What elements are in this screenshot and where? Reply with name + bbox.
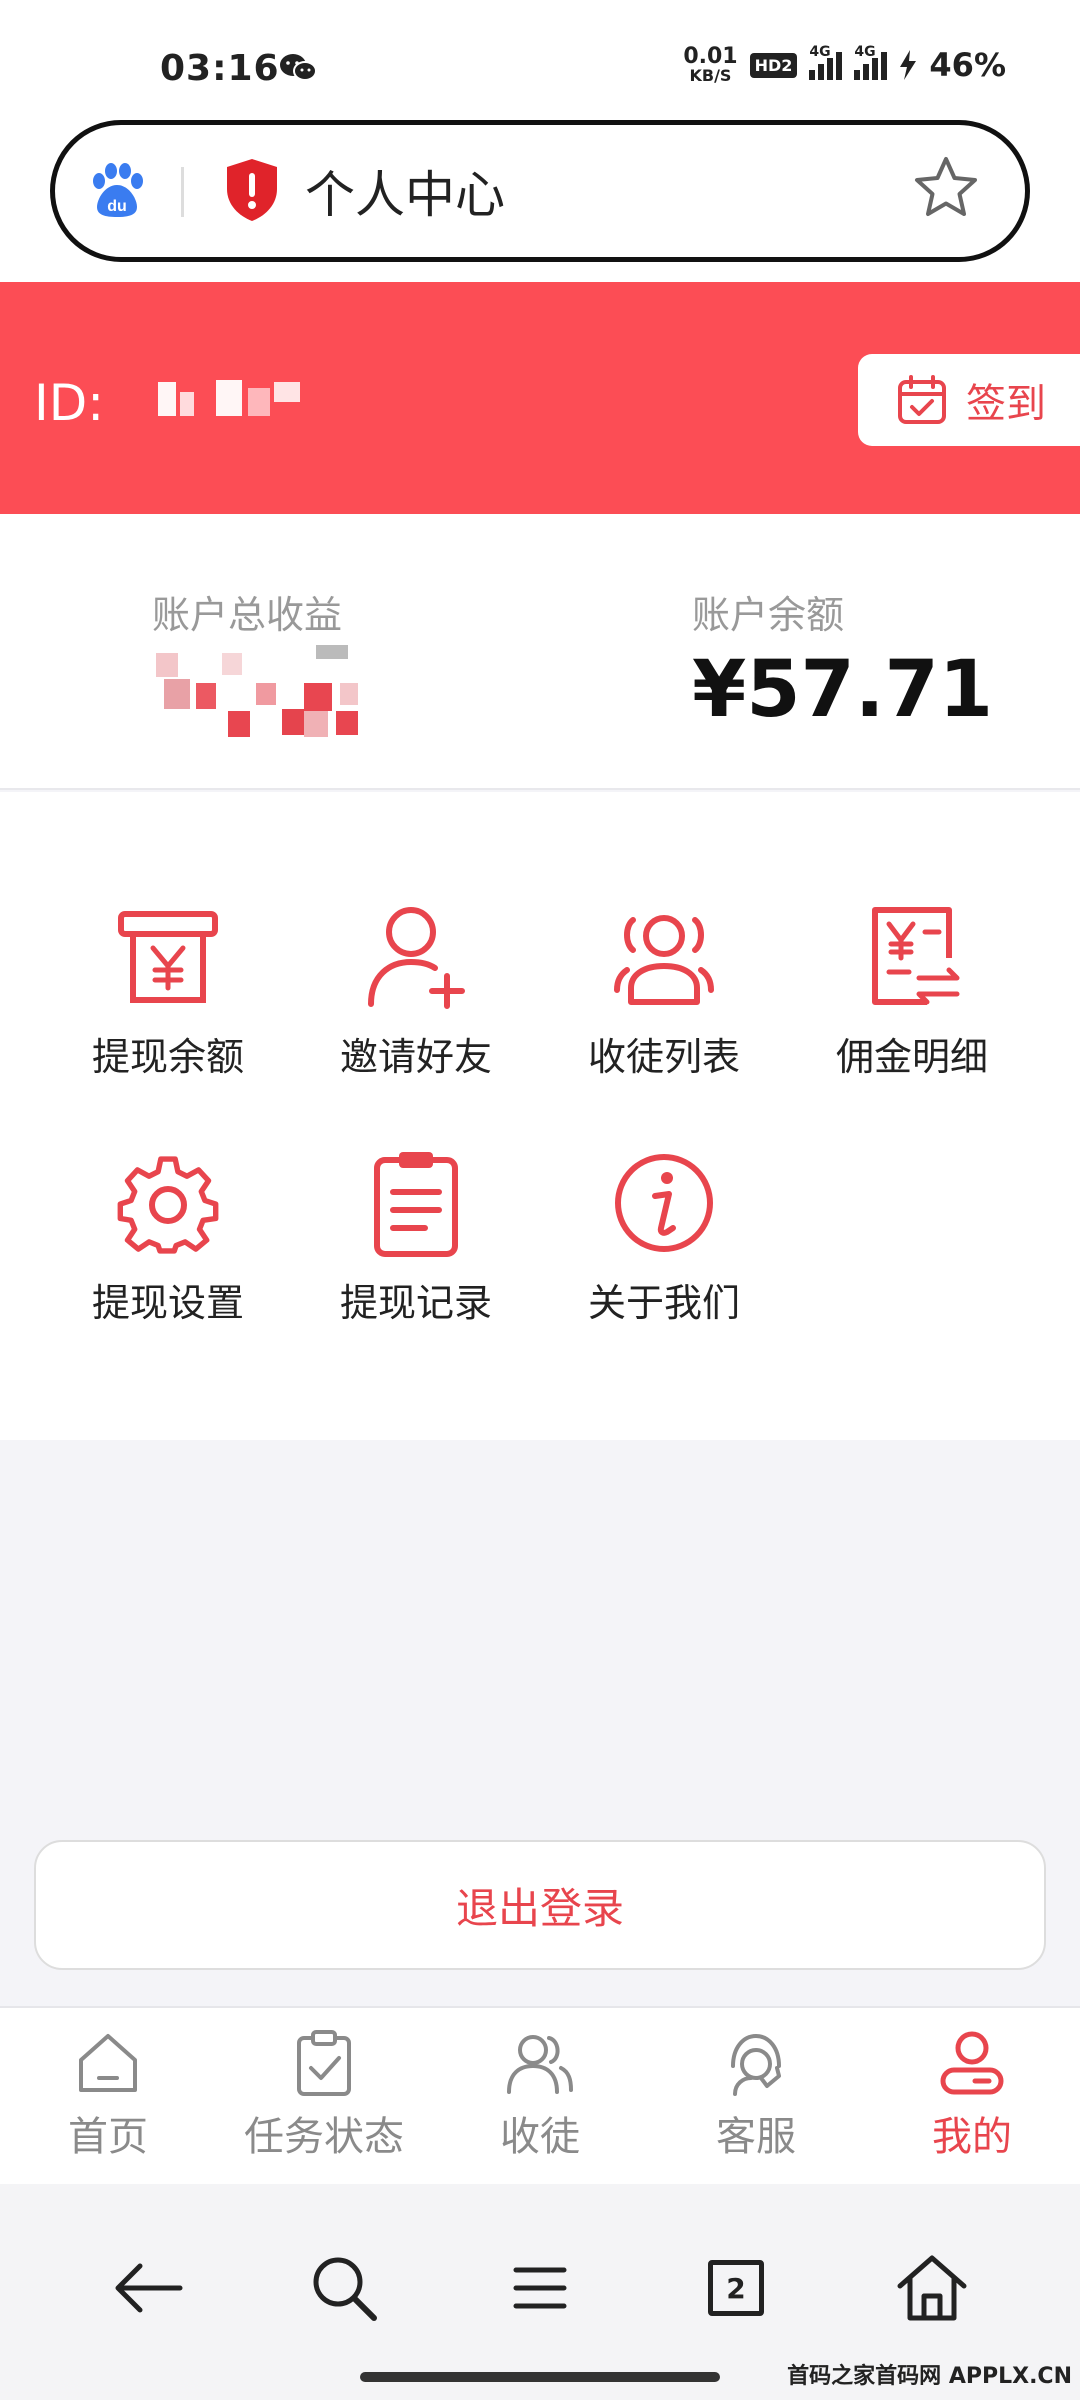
signal-icon: 4G [854,44,888,80]
logout-button[interactable]: 退出登录 [34,1840,1046,1970]
users-icon [507,2035,573,2094]
menu-label: 提现记录 [339,1281,492,1325]
invite-friend-icon [368,907,465,1009]
menu-icon[interactable] [500,2248,580,2328]
user-id-mosaic [158,378,304,420]
record-clipboard-icon [374,1152,458,1257]
balance-label: 账户余额 [692,593,845,637]
tab-label: 收徒 [500,2114,580,2160]
balance-value: ¥57.71 [692,645,993,735]
profile-icon [940,2031,1004,2095]
menu-withdraw-balance[interactable]: 提现余额 [44,902,292,1102]
tab-apprentice[interactable]: 收徒 [432,2028,648,2162]
net-speed-value: 0.01 [683,44,738,69]
total-income-mosaic [152,645,362,743]
user-id-label: ID: [34,374,105,432]
net-speed: 0.01 KB/S [683,46,737,84]
headset-icon [731,2033,781,2096]
tab-count: 2 [708,2260,764,2316]
tab-label: 任务状态 [244,2114,404,2160]
menu-label: 邀请好友 [339,1035,492,1079]
menu-label: 佣金明细 [835,1035,988,1079]
page-title: 个人中心 [305,166,505,224]
tab-task-status[interactable]: 任务状态 [216,2028,432,2162]
signal-icon: 4G [809,44,843,80]
address-divider [181,167,184,217]
svg-text:du: du [107,198,127,215]
home-icon [79,2034,137,2092]
account-stats: 账户总收益 账户余额 ¥57.71 [0,514,1080,790]
watermark: 首码之家首码网 APPLX.CN [787,2364,1072,2389]
feature-menu: 提现余额 邀请好友 收徒列表 佣金明细 提现设置 提现记录 关于我们 [0,792,1080,1440]
status-indicators: 0.01 KB/S HD2 4G 4G 46% [683,44,1006,84]
menu-withdraw-settings[interactable]: 提现设置 [44,1148,292,1348]
bottom-tab-bar: 首页 任务状态 收徒 客服 我的 [0,2006,1080,2184]
withdraw-icon [118,911,218,1003]
home-icon[interactable] [892,2248,972,2328]
menu-commission-detail[interactable]: 佣金明细 [788,902,1036,1102]
star-icon[interactable] [913,155,979,221]
checkin-button[interactable]: 签到 [858,354,1080,446]
menu-invite-friends[interactable]: 邀请好友 [292,902,540,1102]
task-clipboard-icon [297,2030,351,2096]
signal-type-1: 4G [809,44,831,60]
info-icon [615,1154,713,1252]
status-time: 03:16 [160,48,280,89]
tab-label: 首页 [68,2114,148,2160]
status-bar: 03:16 0.01 KB/S HD2 4G 4G 46% [0,0,1080,120]
menu-label: 提现余额 [91,1035,244,1079]
baidu-logo[interactable]: du [85,159,149,223]
browser-bar: du 个人中心 [0,120,1080,282]
address-bar[interactable]: du 个人中心 [50,120,1030,262]
balance-stat: 账户余额 ¥57.71 [692,584,993,735]
wechat-icon [280,54,317,81]
tab-mine[interactable]: 我的 [864,2028,1080,2162]
total-income-stat: 账户总收益 [152,584,362,743]
search-icon[interactable] [304,2248,384,2328]
apprentice-list-icon [614,915,714,1005]
checkin-label: 签到 [966,381,1046,427]
menu-label: 关于我们 [587,1281,740,1325]
signal-type-2: 4G [854,44,876,60]
tab-label: 我的 [932,2114,1012,2160]
home-indicator [360,2372,720,2382]
menu-apprentice-list[interactable]: 收徒列表 [540,902,788,1102]
profile-header: ID: 签到 [0,282,1080,514]
hd-badge: HD2 [749,52,798,78]
total-income-label: 账户总收益 [152,593,343,637]
tab-home[interactable]: 首页 [0,2028,216,2162]
net-speed-unit: KB/S [689,66,732,85]
back-arrow-icon[interactable] [108,2248,188,2328]
app-root: 03:16 0.01 KB/S HD2 4G 4G 46% du 个人中心 ID… [0,0,1080,2400]
tab-label: 客服 [716,2114,796,2160]
battery-percent: 46% [929,46,1006,84]
menu-label: 提现设置 [91,1281,244,1325]
tab-customer-service[interactable]: 客服 [648,2028,864,2162]
calendar-check-icon [898,375,946,424]
settings-gear-icon [117,1156,219,1254]
menu-withdraw-records[interactable]: 提现记录 [292,1148,540,1348]
tabs-button[interactable]: 2 [696,2248,776,2328]
menu-about-us[interactable]: 关于我们 [540,1148,788,1348]
charging-icon [900,50,917,80]
shield-alert-icon[interactable] [223,157,281,223]
commission-detail-icon [872,907,960,1005]
menu-label: 收徒列表 [587,1035,740,1079]
